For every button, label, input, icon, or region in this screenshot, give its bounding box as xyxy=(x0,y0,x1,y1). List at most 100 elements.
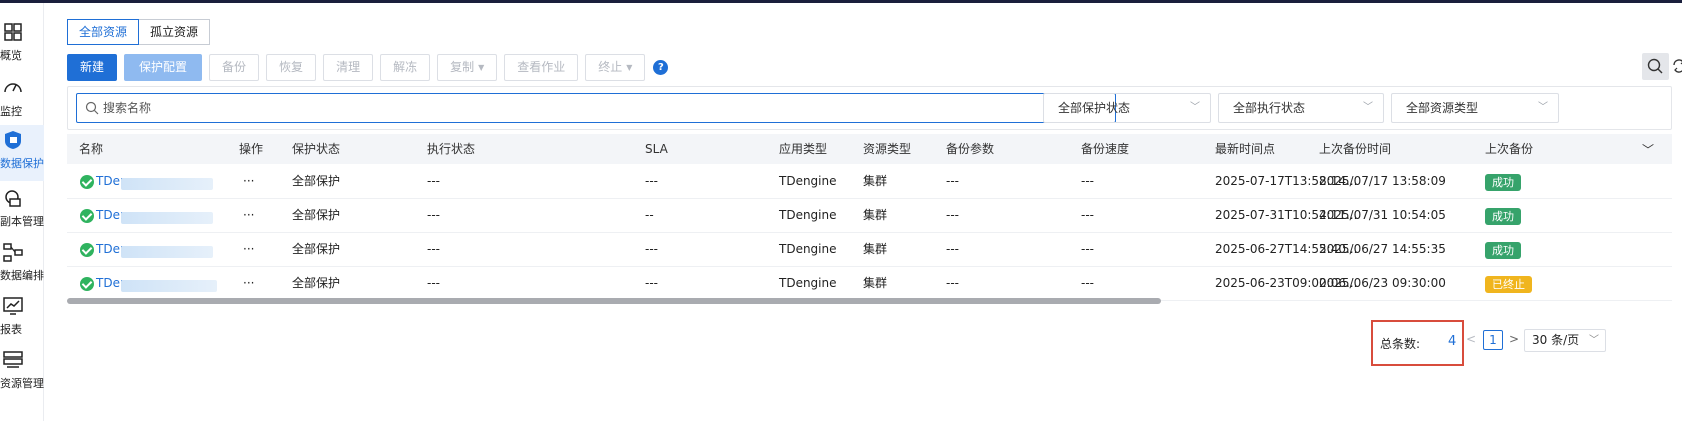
page-number-button[interactable]: 1 xyxy=(1483,330,1503,350)
chevron-down-icon: ﹀ xyxy=(1589,335,1599,346)
unfreeze-button[interactable]: 解冻 xyxy=(380,53,431,81)
shield-icon xyxy=(5,131,21,149)
row-ops-menu[interactable]: ··· xyxy=(243,164,254,199)
backup-speed: --- xyxy=(1081,242,1094,256)
search-icon xyxy=(1647,58,1663,74)
col-backup-params: 备份参数 xyxy=(946,142,995,156)
col-ops: 操作 xyxy=(239,142,264,156)
col-name[interactable]: 名称 xyxy=(79,134,103,164)
col-last-backup[interactable]: 上次备份 xyxy=(1485,134,1539,164)
stop-dropdown-button[interactable]: 终止 ▼ xyxy=(585,53,646,81)
nav-label: 数据保护 xyxy=(0,157,44,170)
sla: -- xyxy=(645,208,654,222)
row-ops-menu[interactable]: ··· xyxy=(243,266,254,301)
nav-item-orchestration[interactable]: 数据编排 xyxy=(0,237,44,293)
page-size-select[interactable]: 30 条/页 ﹀ xyxy=(1524,329,1606,352)
protect-status: 全部保护 xyxy=(292,208,341,222)
col-backup-speed: 备份速度 xyxy=(1081,142,1130,156)
success-check-icon xyxy=(80,209,94,223)
nav-item-copy-manage[interactable]: 副本管理 xyxy=(0,183,44,239)
exec-status: --- xyxy=(427,242,440,256)
col-exec-status[interactable]: 执行状态 xyxy=(427,134,475,164)
tab-orphan-resources[interactable]: 孤立资源 xyxy=(139,19,211,45)
sla: --- xyxy=(645,242,658,256)
status-badge: 已终止 xyxy=(1485,276,1532,293)
top-bar xyxy=(0,0,1682,3)
status-badge: 成功 xyxy=(1485,208,1521,225)
chevron-down-icon: ﹀ xyxy=(1363,102,1373,113)
grid-icon xyxy=(4,23,22,41)
clean-button[interactable]: 清理 xyxy=(323,53,374,81)
col-last-backup-time[interactable]: 上次备份时间 xyxy=(1319,134,1391,164)
copy-dropdown-button[interactable]: 复制 ▼ xyxy=(437,53,498,81)
nav-label: 副本管理 xyxy=(0,215,44,228)
search-box xyxy=(76,93,1116,123)
view-job-button[interactable]: 查看作业 xyxy=(504,53,579,81)
caret-down-icon: ▼ xyxy=(478,62,485,72)
redacted-name xyxy=(121,280,217,292)
new-button[interactable]: 新建 xyxy=(67,53,118,81)
resource-type: 集群 xyxy=(863,208,888,222)
backup-params: --- xyxy=(946,174,959,188)
exec-status-select[interactable]: 全部执行状态 ﹀ xyxy=(1218,93,1384,123)
search-icon xyxy=(85,101,99,115)
nav-item-resource[interactable]: 资源管理 xyxy=(0,345,44,401)
caret-down-icon: ▼ xyxy=(626,62,633,72)
toolbar: 新建 保护配置 备份 恢复 清理 解冻 复制 ▼ 查看作业 终止 ▼ ? xyxy=(67,53,669,81)
resource-type-value: 全部资源类型 xyxy=(1406,101,1479,115)
table-row: TDen ··· 全部保护 --- --- TDengine 集群 --- --… xyxy=(67,164,1672,199)
total-label: 总条数: xyxy=(1380,337,1421,351)
protect-status-select[interactable]: 全部保护状态 ﹀ xyxy=(1043,93,1211,123)
nav-item-overview[interactable]: 概览 xyxy=(0,17,44,73)
backup-speed: --- xyxy=(1081,174,1094,188)
next-page-button[interactable]: > xyxy=(1509,332,1519,346)
success-check-icon xyxy=(80,243,94,257)
prev-page-button[interactable]: < xyxy=(1466,332,1476,346)
col-sla[interactable]: SLA xyxy=(645,134,668,164)
tab-all-resources[interactable]: 全部资源 xyxy=(67,19,140,45)
total-count: 4 xyxy=(1448,334,1457,349)
nav-item-report[interactable]: 报表 xyxy=(0,291,44,347)
nav-label: 资源管理 xyxy=(0,377,44,390)
nav-item-monitor[interactable]: 监控 xyxy=(0,73,44,129)
protect-config-button[interactable]: 保护配置 xyxy=(124,53,203,81)
search-input[interactable] xyxy=(103,96,1103,120)
restore-button[interactable]: 恢复 xyxy=(266,53,317,81)
last-backup-time: 2025/07/31 10:54:05 xyxy=(1319,208,1446,222)
columns-toggle-icon[interactable]: ﹀ xyxy=(1642,141,1654,158)
nav-label: 监控 xyxy=(0,105,22,118)
col-protect-status[interactable]: 保护状态 xyxy=(292,134,340,164)
row-ops-menu[interactable]: ··· xyxy=(243,232,254,267)
resource-icon xyxy=(3,351,23,368)
last-backup-time: 2025/06/23 09:30:00 xyxy=(1319,276,1446,290)
row-ops-menu[interactable]: ··· xyxy=(243,198,254,233)
copy-label: 复制 xyxy=(450,59,475,74)
success-check-icon xyxy=(80,277,94,291)
exec-status: --- xyxy=(427,276,440,290)
exec-status: --- xyxy=(427,208,440,222)
horizontal-scrollbar[interactable] xyxy=(67,298,1161,304)
nav-item-data-protect[interactable]: 数据保护 xyxy=(0,125,44,181)
help-icon[interactable]: ? xyxy=(653,59,669,75)
protect-status: 全部保护 xyxy=(292,242,341,256)
exec-status: --- xyxy=(427,174,440,188)
table-row: TDen ··· 全部保护 --- --- TDengine 集群 --- --… xyxy=(67,266,1672,301)
backup-speed: --- xyxy=(1081,276,1094,290)
col-app-type[interactable]: 应用类型 xyxy=(779,134,827,164)
nav-label: 报表 xyxy=(0,323,22,336)
backup-button[interactable]: 备份 xyxy=(209,53,260,81)
app-type: TDengine xyxy=(779,208,837,222)
refresh-button[interactable] xyxy=(1672,57,1682,75)
page-size-value: 30 条/页 xyxy=(1532,333,1580,347)
last-backup-time: 2025/07/17 13:58:09 xyxy=(1319,174,1446,188)
resource-tabs: 全部资源 孤立资源 xyxy=(67,19,211,45)
col-latest-time[interactable]: 最新时间点 xyxy=(1215,134,1275,164)
resource-type-select[interactable]: 全部资源类型 ﹀ xyxy=(1391,93,1559,123)
redacted-name xyxy=(121,246,213,258)
table-header: 名称 操作 保护状态 执行状态 SLA 应用类型 资源类型 备份参数 备份速度 … xyxy=(67,134,1672,164)
search-toggle-button[interactable] xyxy=(1642,53,1669,80)
nav-label: 概览 xyxy=(0,49,22,62)
sla: --- xyxy=(645,276,658,290)
col-resource-type[interactable]: 资源类型 xyxy=(863,134,911,164)
app-type: TDengine xyxy=(779,174,837,188)
